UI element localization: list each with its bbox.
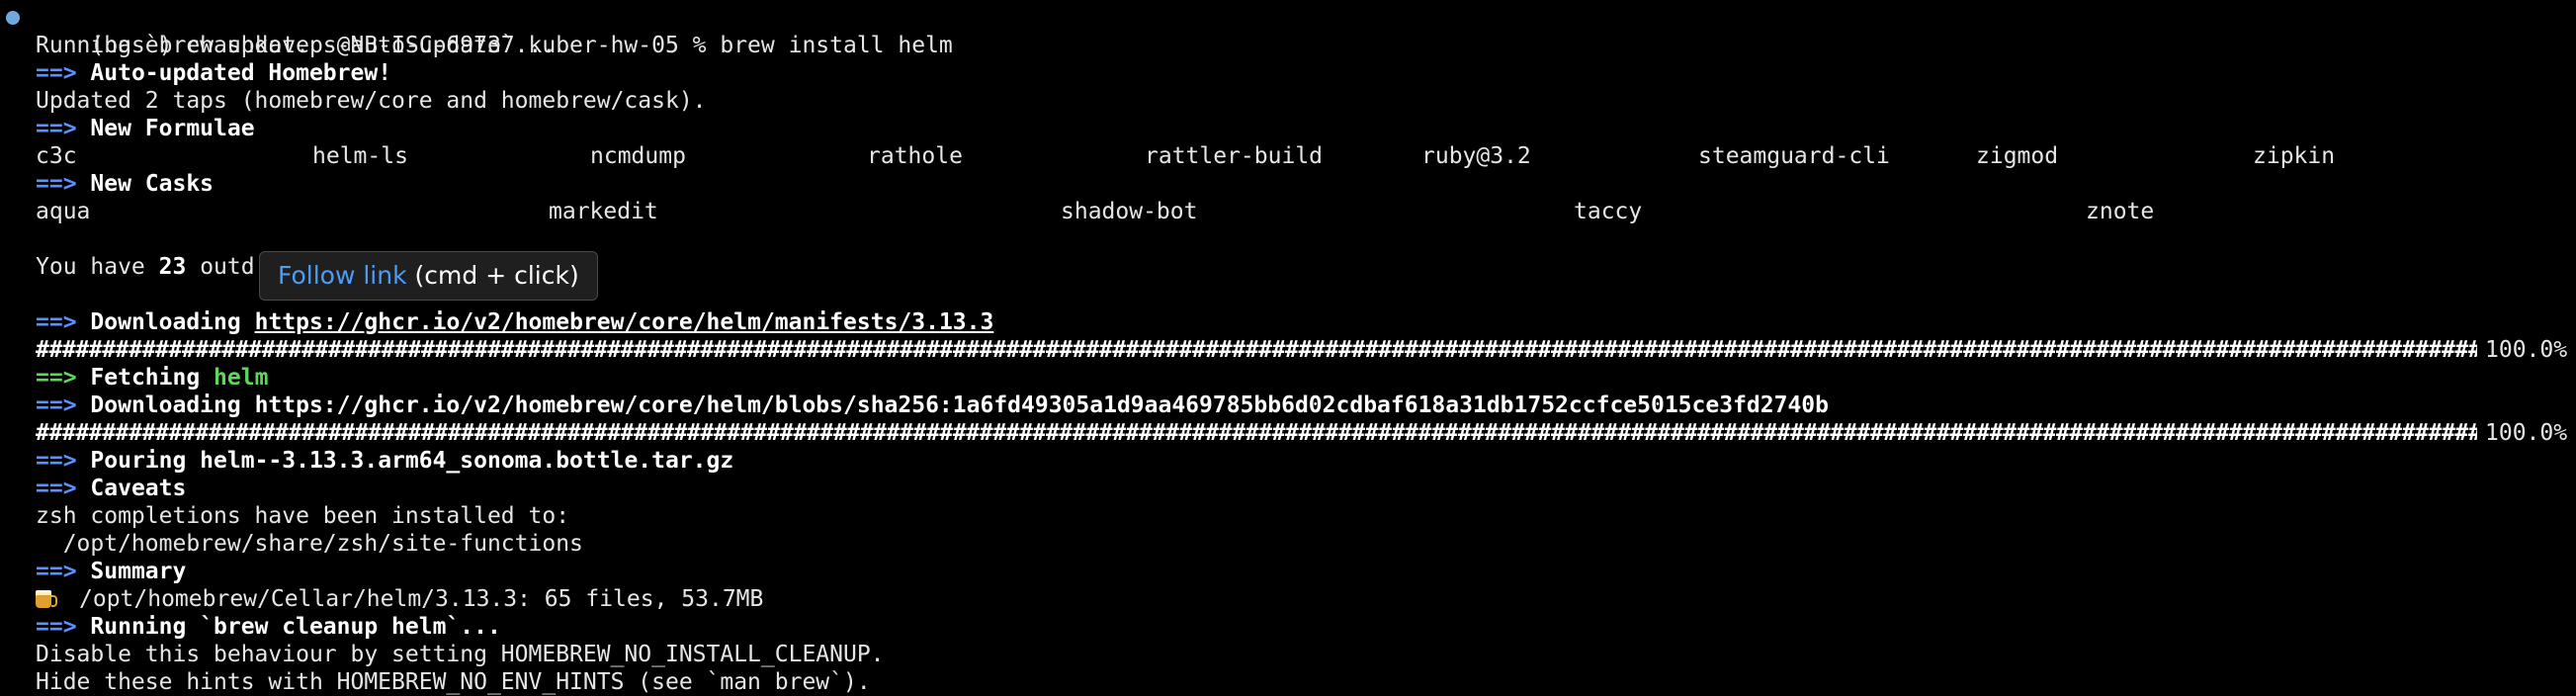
cask-item: taccy	[1574, 199, 1643, 224]
zsh-completions-line: zsh completions have been installed to:	[36, 503, 570, 529]
fetching-label: Fetching	[90, 365, 201, 391]
zsh-path-line: /opt/homebrew/share/zsh/site-functions	[36, 531, 583, 557]
progress-percent: 100.0%	[2485, 420, 2568, 446]
formula-item: rattler-build	[1145, 143, 1324, 169]
disable-hint-line: Disable this behaviour by setting HOMEBR…	[36, 642, 885, 667]
summary-text: /opt/homebrew/Cellar/helm/3.13.3: 65 fil…	[79, 586, 764, 612]
cleanup-text: Running `brew cleanup helm`...	[90, 614, 501, 640]
downloading-manifest-line: ==> Downloading https://ghcr.io/v2/homeb…	[36, 308, 993, 336]
new-formulae-header: ==> New Formulae	[36, 115, 255, 142]
prompt-marker-icon[interactable]	[6, 11, 20, 25]
command-prompt: (base) chashkov.ps@NB-ISC-69737 kuber-hw…	[36, 4, 952, 58]
outdated-prefix: You have	[36, 254, 159, 280]
summary-line: /opt/homebrew/Cellar/helm/3.13.3: 65 fil…	[36, 585, 763, 613]
pouring-line: ==> Pouring helm--3.13.3.arm64_sonoma.bo…	[36, 447, 733, 475]
cleanup-line: ==> Running `brew cleanup helm`...	[36, 613, 501, 641]
downloading-blob-line: ==> Downloading https://ghcr.io/v2/homeb…	[36, 392, 1829, 419]
updated-taps-line: Updated 2 taps (homebrew/core and homebr…	[36, 88, 707, 114]
cask-item: markedit	[549, 199, 658, 224]
auto-updated-line: ==> Auto-updated Homebrew!	[36, 59, 391, 87]
auto-updated-text: Auto-updated Homebrew!	[90, 60, 392, 86]
pouring-text: Pouring helm--3.13.3.arm64_sonoma.bottle…	[90, 448, 734, 474]
caveats-header: ==> Caveats	[36, 475, 186, 502]
progress-bar-hashes: ########################################…	[36, 337, 2477, 363]
arrow-marker: ==>	[36, 309, 77, 335]
blob-download-text: Downloading https://ghcr.io/v2/homebrew/…	[90, 392, 1829, 418]
progress-percent: 100.0%	[2485, 337, 2568, 363]
formula-item: zigmod	[1976, 143, 2059, 169]
running-update-line: Running `brew update --auto-update`...	[36, 33, 557, 58]
formulae-list: c3c helm-ls ncmdump rathole rattler-buil…	[36, 142, 2546, 170]
tooltip-shortcut: (cmd + click)	[406, 261, 579, 290]
cask-item: shadow-bot	[1061, 199, 1198, 224]
fetching-line: ==> Fetching helm	[36, 364, 268, 392]
arrow-marker: ==>	[36, 60, 77, 86]
outdated-count: 23	[158, 254, 187, 280]
follow-link-tooltip: Follow link (cmd + click)	[259, 251, 598, 301]
new-casks-label: New Casks	[90, 171, 215, 197]
arrow-marker-green: ==>	[36, 365, 77, 391]
formula-item: steamguard-cli	[1698, 143, 1890, 169]
formula-item: zipkin	[2253, 143, 2336, 169]
beer-mug-icon	[36, 590, 57, 608]
new-casks-header: ==> New Casks	[36, 170, 214, 198]
cask-item: aqua	[36, 199, 91, 224]
arrow-marker: ==>	[36, 448, 77, 474]
arrow-marker: ==>	[36, 559, 77, 584]
casks-list: aqua markedit shadow-bot taccy znote	[36, 198, 2546, 225]
arrow-marker: ==>	[36, 614, 77, 640]
downloading-label: Downloading	[90, 309, 241, 335]
arrow-marker: ==>	[36, 171, 77, 197]
arrow-marker: ==>	[36, 392, 77, 418]
cask-item: znote	[2086, 199, 2155, 224]
tooltip-follow-link: Follow link	[278, 261, 407, 290]
fetching-package: helm	[214, 365, 269, 391]
caveats-label: Caveats	[90, 476, 187, 501]
formula-item: ncmdump	[590, 143, 686, 169]
formula-item: c3c	[36, 143, 77, 169]
summary-label: Summary	[90, 559, 187, 584]
progress-bar-line: ########################################…	[36, 419, 2576, 447]
manifest-url-link[interactable]: https://ghcr.io/v2/homebrew/core/helm/ma…	[255, 309, 994, 335]
arrow-marker: ==>	[36, 116, 77, 141]
new-formulae-label: New Formulae	[90, 116, 255, 141]
terminal-window[interactable]: (base) chashkov.ps@NB-ISC-69737 kuber-hw…	[0, 0, 2576, 696]
outdated-visible-text: outd	[200, 254, 255, 280]
formula-item: ruby@3.2	[1421, 143, 1531, 169]
formula-item: rathole	[867, 143, 963, 169]
summary-header: ==> Summary	[36, 558, 186, 585]
arrow-marker: ==>	[36, 476, 77, 501]
formula-item: helm-ls	[312, 143, 408, 169]
hide-hint-line: Hide these hints with HOMEBREW_NO_ENV_HI…	[36, 669, 871, 695]
progress-bar-hashes: ########################################…	[36, 420, 2477, 446]
progress-bar-line: ########################################…	[36, 336, 2576, 364]
